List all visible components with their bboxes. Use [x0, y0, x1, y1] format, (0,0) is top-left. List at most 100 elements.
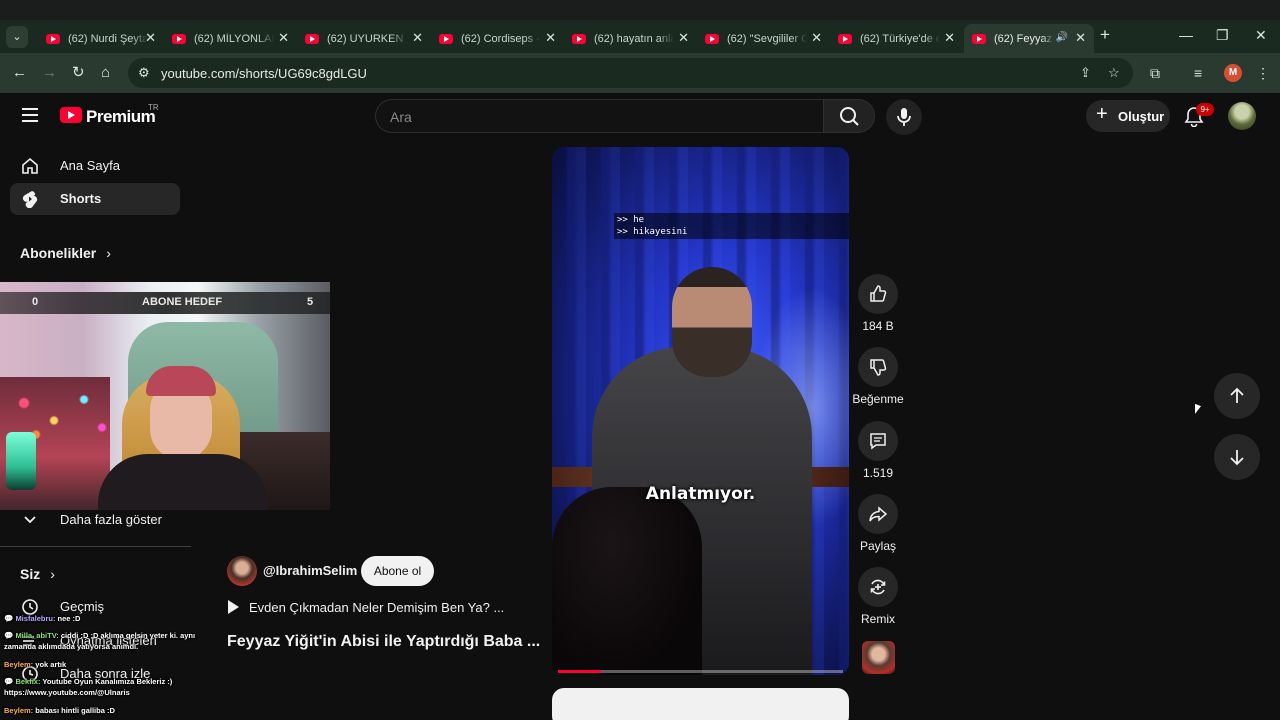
tab-close-icon[interactable]: ✕: [545, 31, 556, 45]
chat-message: Beylem: babası hintli galliba :D: [4, 706, 115, 715]
video-title[interactable]: Feyyaz Yiğit'in Abisi ile Yaptırdığı Bab…: [227, 633, 540, 651]
search-input[interactable]: Ara: [375, 99, 823, 133]
restore-icon[interactable]: ❐: [1216, 27, 1229, 44]
sidebar-item-shorts[interactable]: Shorts: [10, 183, 180, 215]
sidebar-item-label: Geçmiş: [60, 599, 105, 614]
dislike-label: Beğenme: [852, 392, 904, 406]
subscriber-goal-bar: 0 ABONE HEDEF 5: [0, 292, 330, 314]
arrow-down-icon: [1230, 450, 1244, 466]
install-app-icon[interactable]: ⇪: [1080, 65, 1091, 81]
sidebar-item-label: Shorts: [60, 191, 102, 206]
browser-tab[interactable]: (62) Nurdi Şeytan ✕: [38, 24, 164, 53]
tab-close-icon[interactable]: ✕: [811, 31, 822, 45]
you-heading[interactable]: Siz ›: [20, 566, 55, 582]
goal-current: 0: [32, 296, 39, 308]
menu-icon[interactable]: [22, 108, 38, 122]
chevron-down-icon: [24, 516, 36, 524]
back-icon[interactable]: ←: [12, 63, 27, 83]
media-control-icon[interactable]: ≡: [1194, 65, 1202, 81]
share-button[interactable]: [858, 494, 898, 534]
sidebar-item-playlists[interactable]: Oynatma listeleri: [10, 625, 180, 657]
shorts-video-player[interactable]: >> he >> hikayesini Anlatmıyor.: [552, 147, 849, 675]
thumbs-down-icon: [870, 359, 887, 376]
youtube-favicon-icon: [972, 33, 986, 44]
tab-close-icon[interactable]: ✕: [278, 31, 289, 45]
browser-tab[interactable]: (62) UYURKEN b ✕: [297, 24, 431, 53]
subscribe-button[interactable]: Abone ol: [361, 556, 434, 586]
site-info-icon[interactable]: ⚙: [138, 65, 150, 81]
home-icon[interactable]: ⌂: [101, 63, 110, 83]
browser-menu-icon[interactable]: ⋮: [1256, 65, 1270, 82]
burned-subtitle: Anlatmıyor.: [645, 484, 756, 504]
search-button[interactable]: [823, 99, 875, 133]
notification-badge: 9+: [1196, 103, 1214, 116]
chat-text: https://www.youtube.com/@Ulnaris: [4, 688, 130, 697]
microphone-icon: [897, 108, 911, 126]
chevron-right-icon: ›: [106, 245, 111, 261]
tab-title: (62) UYURKEN b: [327, 32, 407, 45]
extensions-icon[interactable]: ⧉: [1150, 65, 1160, 82]
youtube-favicon-icon: [305, 33, 319, 44]
video-progress-bar[interactable]: [558, 670, 843, 673]
related-video-link[interactable]: Evden Çıkmadan Neler Demişim Ben Ya? ...: [228, 600, 504, 615]
browser-tab-active[interactable]: (62) Feyyaz Y🔊 ✕: [964, 24, 1094, 53]
like-button[interactable]: [858, 274, 898, 314]
tab-title: (62) Nurdi Şeytan: [68, 32, 148, 45]
tab-title: (62) "Sevgililer G: [727, 32, 807, 45]
closed-caption-line: >> he: [617, 215, 645, 225]
tab-close-icon[interactable]: ✕: [412, 31, 423, 45]
sidebar-item-label: Ana Sayfa: [60, 158, 120, 173]
youtube-favicon-icon: [439, 33, 453, 44]
goal-target: 5: [307, 296, 314, 308]
browser-tab[interactable]: (62) Türkiye'de e ✕: [830, 24, 963, 53]
youtube-masthead: Premium TR Ara + Oluştur 9+: [0, 93, 1280, 141]
tab-title: (62) MİLYONLAR: [194, 32, 274, 45]
create-button[interactable]: + Oluştur: [1086, 100, 1170, 132]
minimize-icon[interactable]: —: [1179, 27, 1193, 43]
create-label: Oluştur: [1118, 109, 1165, 124]
tab-close-icon[interactable]: ✕: [944, 31, 955, 45]
new-tab-button[interactable]: +: [1100, 25, 1110, 45]
channel-avatar[interactable]: [227, 556, 257, 586]
tab-close-icon[interactable]: ✕: [678, 31, 689, 45]
rgb-lamp: [6, 432, 36, 490]
account-avatar[interactable]: [1228, 102, 1256, 130]
tab-title: (62) Türkiye'de e: [860, 32, 940, 45]
next-short-card[interactable]: [552, 688, 849, 720]
tab-close-icon[interactable]: ✕: [145, 31, 156, 45]
reload-icon[interactable]: ↻: [72, 63, 85, 83]
voice-search-button[interactable]: [886, 99, 922, 135]
sound-channel-thumbnail[interactable]: [862, 641, 895, 674]
comments-button[interactable]: [858, 421, 898, 461]
shorts-icon: [22, 191, 38, 208]
sidebar-item-home[interactable]: Ana Sayfa: [10, 150, 180, 182]
close-window-icon[interactable]: ✕: [1255, 27, 1267, 44]
browser-tab[interactable]: (62) MİLYONLAR ✕: [164, 24, 297, 53]
browser-tab[interactable]: (62) "Sevgililer G ✕: [697, 24, 830, 53]
dislike-button[interactable]: [858, 347, 898, 387]
channel-name[interactable]: @IbrahimSelim: [263, 563, 357, 578]
subscriptions-heading[interactable]: Abonelikler ›: [20, 245, 111, 261]
address-bar[interactable]: ⚙ youtube.com/shorts/UG69c8gdLGU ⇪ ☆: [128, 58, 1133, 88]
bookmark-star-icon[interactable]: ☆: [1108, 65, 1120, 81]
search-placeholder: Ara: [390, 109, 412, 125]
remix-button[interactable]: [858, 567, 898, 607]
profile-avatar[interactable]: M: [1224, 64, 1242, 82]
comment-count: 1.519: [862, 466, 894, 480]
browser-tab[interactable]: (62) Cordiseps - ✕: [431, 24, 564, 53]
chat-user: Milla_abiTV:: [15, 631, 59, 640]
tab-search-button[interactable]: ⌄: [6, 26, 28, 48]
video-progress-fill: [558, 670, 601, 673]
speaker-icon[interactable]: 🔊: [1056, 32, 1068, 43]
streamer-body: [98, 454, 268, 510]
browser-tab[interactable]: (62) hayatın anla ✕: [564, 24, 697, 53]
youtube-logo-icon[interactable]: [60, 107, 82, 123]
remix-icon: [870, 579, 886, 595]
forward-icon[interactable]: →: [42, 63, 57, 83]
next-short-button[interactable]: [1214, 434, 1260, 480]
chat-text: yok artık: [33, 660, 67, 669]
previous-short-button[interactable]: [1214, 373, 1260, 419]
country-code: TR: [148, 103, 159, 112]
tab-close-icon[interactable]: ✕: [1075, 31, 1086, 45]
brand-label[interactable]: Premium: [86, 107, 156, 127]
